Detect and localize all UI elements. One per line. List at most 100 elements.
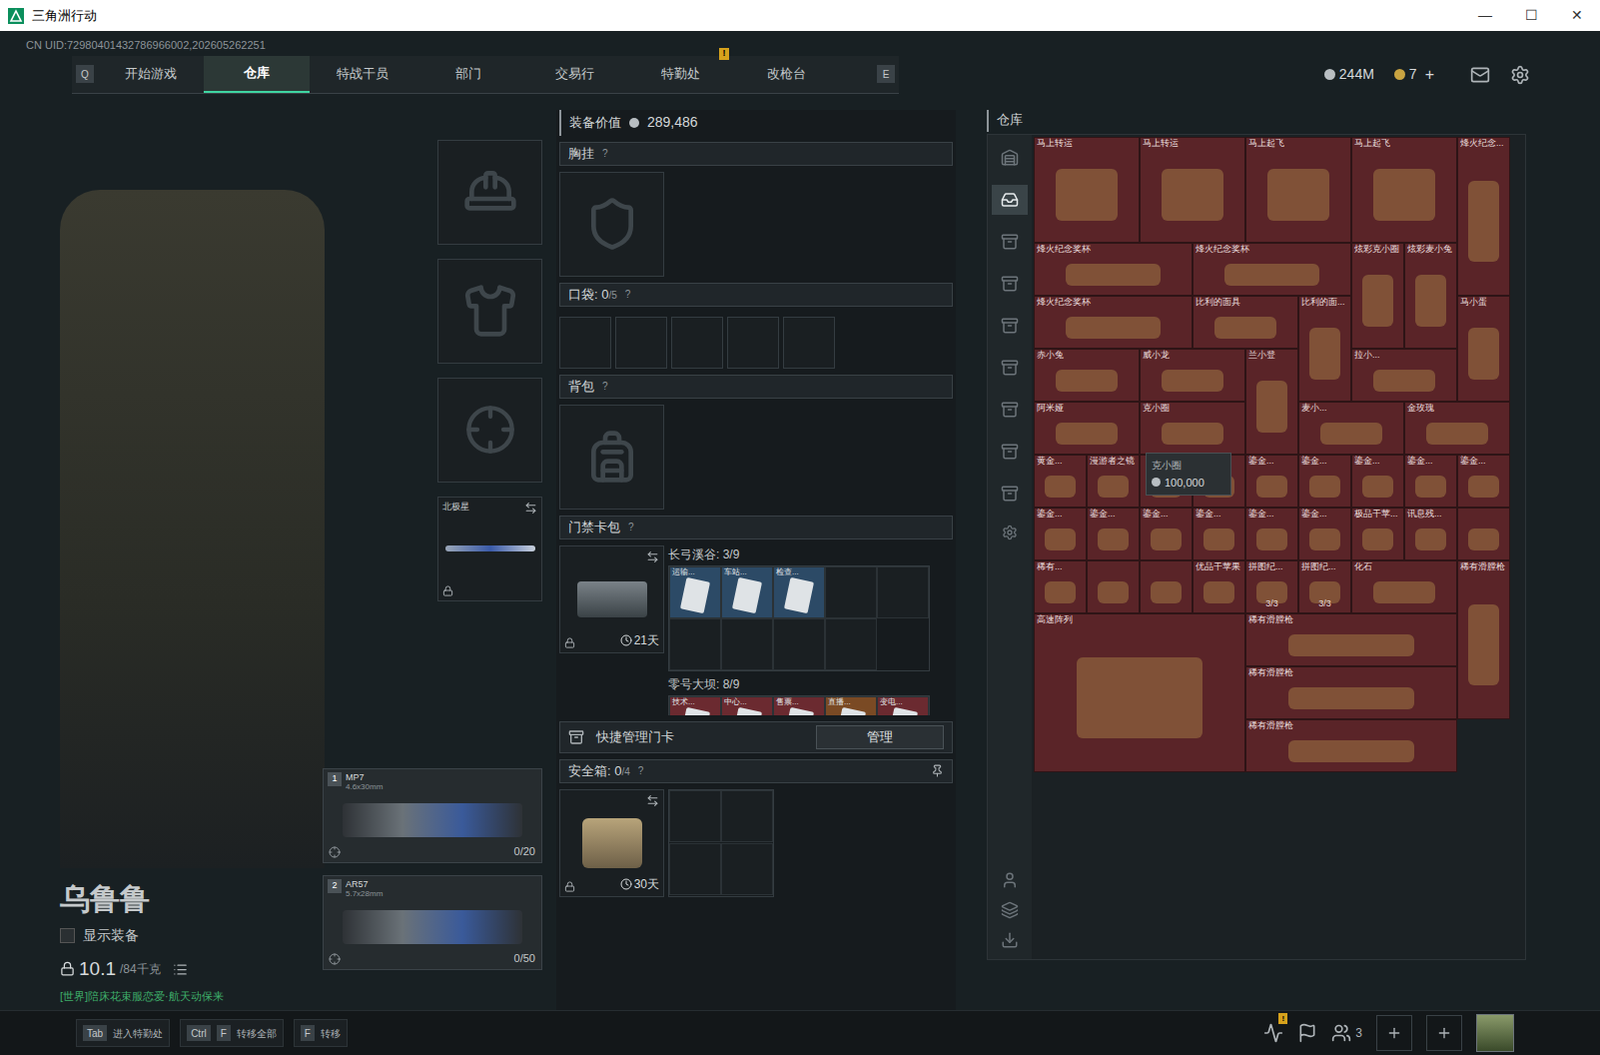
warehouse-item[interactable]: 烽火纪念奖杯 xyxy=(1033,242,1193,296)
keycard-slot[interactable] xyxy=(876,566,929,619)
warehouse-item[interactable]: 马上转运 xyxy=(1139,136,1246,243)
nav-tab[interactable]: 改枪台 xyxy=(733,55,839,93)
layers-icon[interactable] xyxy=(1000,900,1019,919)
warehouse-item[interactable]: 拉小... xyxy=(1351,348,1458,402)
keycard-slot[interactable] xyxy=(669,618,722,671)
warehouse-item[interactable]: 金玫瑰 xyxy=(1404,401,1511,455)
warehouse-item[interactable]: 高速阵列 xyxy=(1033,613,1246,773)
nav-tab[interactable]: 交易行 xyxy=(521,55,628,93)
import-icon[interactable] xyxy=(1000,930,1019,949)
checkbox[interactable] xyxy=(59,927,75,943)
armor-slot[interactable] xyxy=(437,258,543,364)
help-badge[interactable]: ? xyxy=(625,286,632,302)
warehouse-item[interactable]: 稀有滑膛枪 xyxy=(1457,560,1511,720)
warehouse-item[interactable]: 稀有... xyxy=(1033,560,1087,614)
warehouse-item[interactable]: 炫彩麦小兔 xyxy=(1404,242,1458,349)
keycard-slot[interactable]: 运输... xyxy=(669,566,722,619)
keycard-slot[interactable]: 变电... xyxy=(876,696,929,716)
pistol-slot[interactable] xyxy=(437,377,543,483)
warehouse-item[interactable]: 鎏金... xyxy=(1192,507,1246,561)
warehouse-item[interactable]: 烽火纪念奖杯 xyxy=(1033,295,1193,349)
warehouse-item[interactable]: 鎏金... xyxy=(1457,454,1511,508)
warehouse-item[interactable]: 漫游者之镜 xyxy=(1086,454,1140,508)
warehouse-item[interactable]: 马小蛋 xyxy=(1457,295,1511,402)
mail-icon[interactable] xyxy=(1470,64,1491,85)
nav-tab[interactable]: 特勤处! xyxy=(627,55,734,93)
chest-rig-slot[interactable] xyxy=(559,171,665,277)
window-control[interactable]: ✕ xyxy=(1554,0,1600,31)
player-avatar[interactable] xyxy=(1476,1013,1515,1052)
melee-slot[interactable]: 北极星 xyxy=(437,496,543,602)
warehouse-item[interactable]: 阿米娅 xyxy=(1033,401,1140,455)
invite-slot[interactable] xyxy=(1426,1014,1463,1051)
warehouse-item[interactable]: 赤小兔 xyxy=(1033,348,1140,402)
swap-icon[interactable] xyxy=(524,501,538,515)
help-badge[interactable]: ? xyxy=(602,378,609,394)
warehouse-item[interactable]: 稀有滑膛枪 xyxy=(1245,613,1458,667)
swap-icon[interactable] xyxy=(646,794,660,807)
warehouse-tab[interactable] xyxy=(991,478,1028,509)
warehouse-item[interactable]: 鎏金... xyxy=(1245,507,1299,561)
keycard-slot[interactable] xyxy=(773,618,825,671)
gear-icon[interactable] xyxy=(1510,64,1531,85)
warehouse-item[interactable]: 讯息残... xyxy=(1404,507,1458,561)
safe-slot[interactable] xyxy=(669,790,722,842)
flag-icon[interactable] xyxy=(1297,1022,1318,1043)
safe-slot[interactable] xyxy=(721,790,774,842)
help-badge[interactable]: ? xyxy=(628,519,635,535)
key-hint[interactable]: Tab进入特勤处 xyxy=(75,1018,170,1047)
keycard-slot[interactable]: 车站... xyxy=(721,566,774,619)
warehouse-item[interactable]: 鎏金... xyxy=(1086,507,1140,561)
keycard-slot[interactable]: 检查... xyxy=(773,566,825,619)
keycard-slot[interactable]: 中心... xyxy=(721,696,774,716)
warehouse-item[interactable]: 鎏金... xyxy=(1139,507,1193,561)
keycard-slot[interactable] xyxy=(824,618,877,671)
warehouse-tab[interactable] xyxy=(991,226,1028,257)
warehouse-item[interactable]: 麦小... xyxy=(1298,401,1405,455)
keycard-slot[interactable] xyxy=(721,618,774,671)
warehouse-item[interactable]: 化石 xyxy=(1351,560,1458,614)
warehouse-item[interactable]: 比利的面具 xyxy=(1192,295,1299,349)
warehouse-item[interactable]: 极品干苹... xyxy=(1351,507,1405,561)
warehouse-item[interactable]: 鎏金... xyxy=(1298,454,1352,508)
warehouse-item[interactable]: 稀有滑膛枪 xyxy=(1245,666,1458,720)
warehouse-item[interactable]: 拼图纪...3/3 xyxy=(1245,560,1299,614)
warehouse-item[interactable]: 鎏金... xyxy=(1298,507,1352,561)
warehouse-item[interactable]: 拼图纪...3/3 xyxy=(1298,560,1352,614)
warehouse-item[interactable] xyxy=(1457,507,1511,561)
warehouse-item[interactable]: 比利的面... xyxy=(1298,295,1352,402)
keycard-slot[interactable]: 直播... xyxy=(824,696,877,716)
warehouse-tab[interactable] xyxy=(991,394,1028,425)
warehouse-tab[interactable] xyxy=(991,184,1028,215)
pocket-slot[interactable] xyxy=(615,316,668,369)
pocket-slot[interactable] xyxy=(783,316,835,369)
nav-tab[interactable]: 特战干员 xyxy=(309,55,416,93)
warehouse-item[interactable]: 烽火纪念... xyxy=(1457,136,1511,296)
warehouse-tab[interactable] xyxy=(991,268,1028,299)
gear-icon[interactable] xyxy=(1001,524,1018,541)
nav-tab[interactable]: 部门 xyxy=(415,55,522,93)
help-badge[interactable]: ? xyxy=(638,763,645,779)
pocket-slot[interactable] xyxy=(671,316,724,369)
key-hint[interactable]: CtrlF转移全部 xyxy=(179,1018,284,1047)
warehouse-item[interactable]: 鎏金... xyxy=(1404,454,1458,508)
nav-tab[interactable]: 仓库 xyxy=(203,55,310,93)
warehouse-item[interactable] xyxy=(1139,560,1193,614)
warehouse-item[interactable]: 烽火纪念奖杯 xyxy=(1192,242,1352,296)
keycard-case[interactable]: 21天 xyxy=(559,545,665,654)
pocket-slot[interactable] xyxy=(559,316,612,369)
help-badge[interactable]: ? xyxy=(602,145,609,161)
safe-box[interactable]: 30天 xyxy=(559,789,665,897)
warehouse-item[interactable]: 炫彩克小圈 xyxy=(1351,242,1405,349)
warehouse-item[interactable]: 马上起飞 xyxy=(1351,136,1458,243)
warehouse-item[interactable]: 克小圈 xyxy=(1139,401,1246,455)
warehouse-item[interactable]: 鎏金... xyxy=(1245,454,1299,508)
keycard-slot[interactable] xyxy=(824,566,877,619)
weapon-slot[interactable]: 1MP74.6x30mm0/20 xyxy=(322,768,543,863)
window-control[interactable]: — xyxy=(1462,0,1509,31)
swap-icon[interactable] xyxy=(646,550,660,564)
manage-button[interactable]: 管理 xyxy=(815,725,944,750)
warehouse-item[interactable]: 鎏金... xyxy=(1351,454,1405,508)
warehouse-item[interactable]: 鎏金... xyxy=(1033,507,1087,561)
stats-icon[interactable] xyxy=(1263,1022,1284,1043)
